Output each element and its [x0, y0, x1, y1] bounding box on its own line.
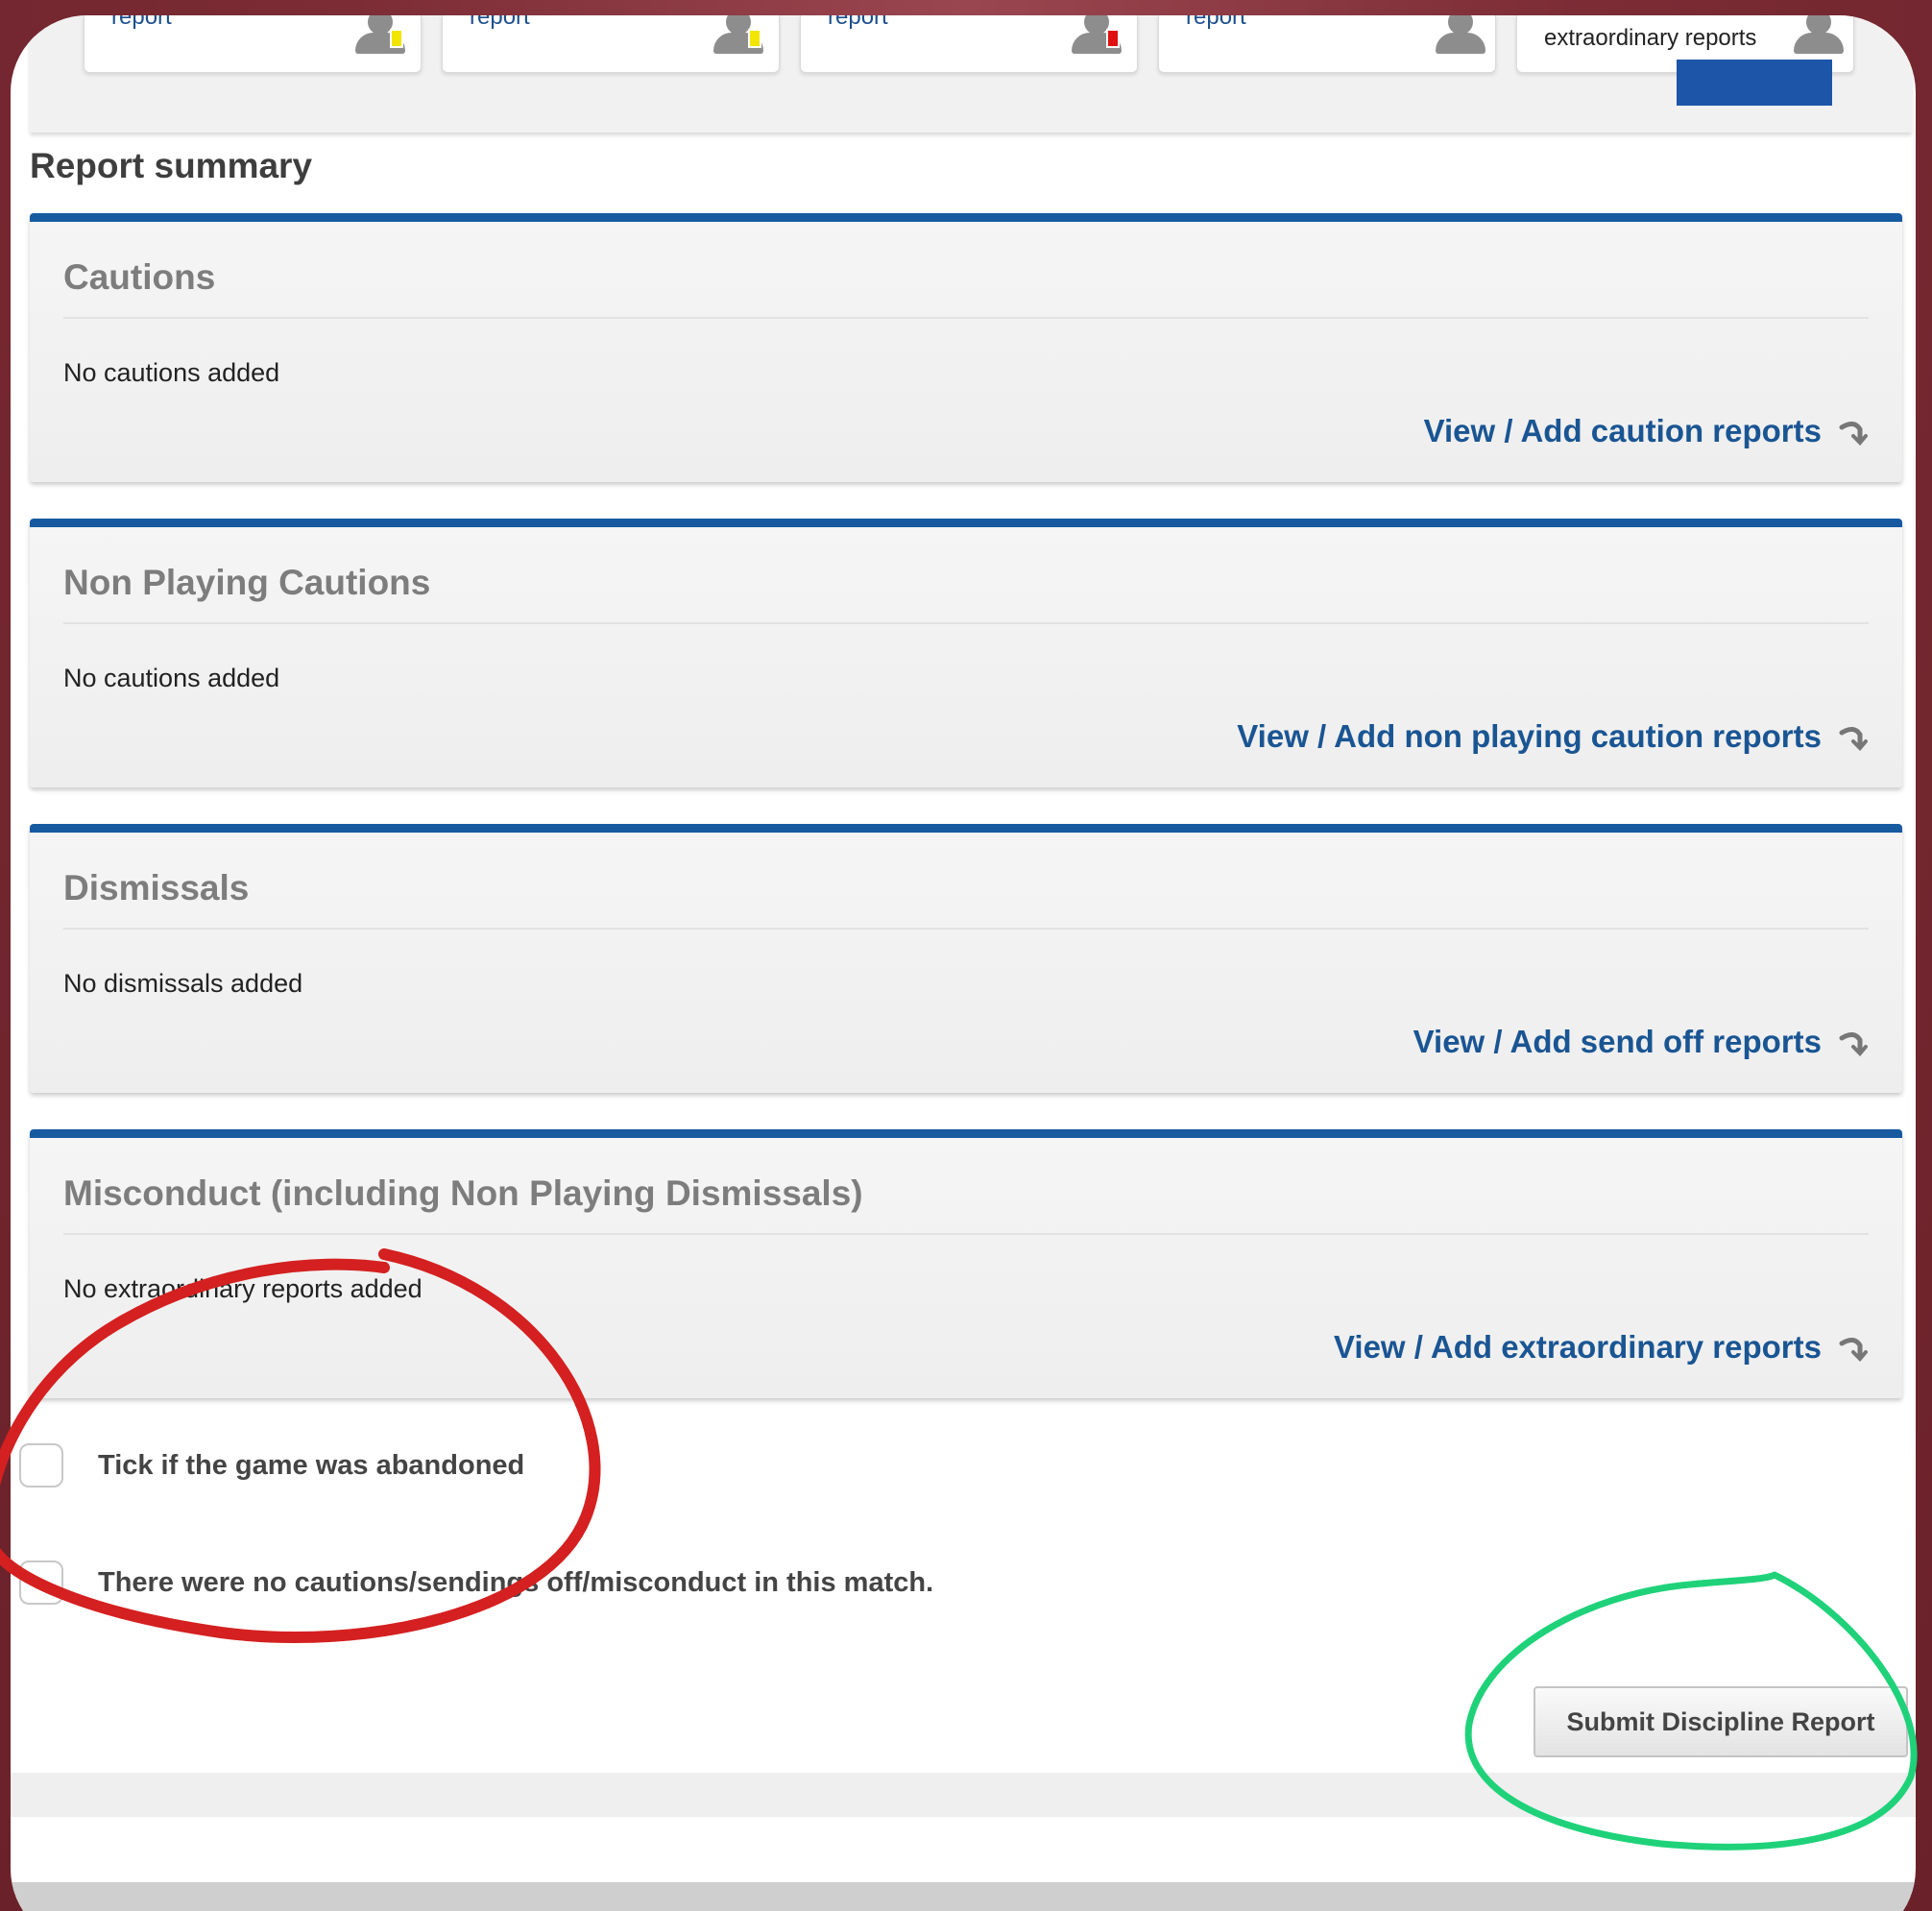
abandoned-checkbox-label[interactable]: Tick if the game was abandoned	[98, 1450, 524, 1482]
link-label: View / Add caution reports	[1423, 413, 1822, 448]
tile-label: report	[470, 15, 530, 30]
divider	[63, 928, 1869, 930]
person-icon	[1794, 15, 1844, 54]
empty-state-text: No cautions added	[63, 358, 280, 387]
divider	[63, 317, 1869, 319]
panel-cautions: Cautions No cautions added View / Add ca…	[30, 213, 1902, 482]
bottom-bar	[11, 1882, 1916, 1911]
tile-label: report	[111, 15, 172, 30]
person-icon	[1436, 15, 1485, 54]
panel-misconduct: Misconduct (including Non Playing Dismis…	[30, 1129, 1902, 1398]
footer-strip	[11, 1773, 1916, 1817]
link-label: View / Add extraordinary reports	[1334, 1329, 1822, 1365]
view-add-caution-reports-link[interactable]: View / Add caution reports	[1424, 413, 1868, 449]
link-label: View / Add send off reports	[1413, 1024, 1822, 1059]
view-add-send-off-reports-link[interactable]: View / Add send off reports	[1413, 1024, 1868, 1060]
divider	[63, 1233, 1869, 1235]
page-title: Report summary	[30, 146, 313, 185]
panel-dismissals: Dismissals No dismissals added View / Ad…	[30, 824, 1902, 1093]
panel-non-playing-cautions: Non Playing Cautions No cautions added V…	[30, 519, 1902, 787]
curved-arrow-icon	[1839, 1338, 1868, 1362]
empty-state-text: No extraordinary reports added	[63, 1274, 423, 1303]
report-type-bar: report report report report extraordinar…	[30, 15, 1912, 133]
tile-label: report	[1186, 15, 1246, 30]
view-add-extraordinary-reports-link[interactable]: View / Add extraordinary reports	[1334, 1329, 1868, 1366]
player-red-card-icon	[1072, 15, 1122, 54]
tile-label: report	[828, 15, 888, 30]
tile-non-playing-report[interactable]: report	[1158, 15, 1496, 73]
panel-title: Cautions	[63, 257, 216, 297]
divider	[63, 622, 1869, 624]
tile-caution-report[interactable]: report	[84, 15, 422, 73]
tile-second-caution-report[interactable]: report	[442, 15, 780, 73]
tile-send-off-report[interactable]: report	[800, 15, 1138, 73]
player-yellow-card-icon	[355, 15, 405, 54]
tile-label: extraordinary reports	[1544, 25, 1757, 51]
panel-title: Non Playing Cautions	[63, 563, 431, 602]
no-incidents-checkbox-row: There were no cautions/sendings off/misc…	[19, 1560, 933, 1605]
abandoned-checkbox[interactable]	[19, 1443, 63, 1488]
player-yellow-card-icon	[713, 15, 763, 54]
no-incidents-checkbox[interactable]	[19, 1560, 63, 1605]
link-label: View / Add non playing caution reports	[1237, 718, 1822, 754]
no-incidents-checkbox-label[interactable]: There were no cautions/sendings off/misc…	[98, 1567, 933, 1599]
panel-title: Misconduct (including Non Playing Dismis…	[63, 1173, 863, 1213]
abandoned-checkbox-row: Tick if the game was abandoned	[19, 1443, 524, 1488]
panel-title: Dismissals	[63, 868, 250, 907]
empty-state-text: No cautions added	[63, 664, 280, 692]
submit-discipline-report-button[interactable]: Submit Discipline Report	[1534, 1686, 1908, 1757]
curved-arrow-icon	[1839, 422, 1868, 446]
redaction-block	[1677, 60, 1832, 106]
curved-arrow-icon	[1839, 1032, 1868, 1056]
empty-state-text: No dismissals added	[63, 969, 303, 998]
main-card: report report report report extraordinar…	[11, 15, 1916, 1911]
view-add-non-playing-caution-reports-link[interactable]: View / Add non playing caution reports	[1237, 718, 1868, 755]
curved-arrow-icon	[1839, 727, 1868, 751]
